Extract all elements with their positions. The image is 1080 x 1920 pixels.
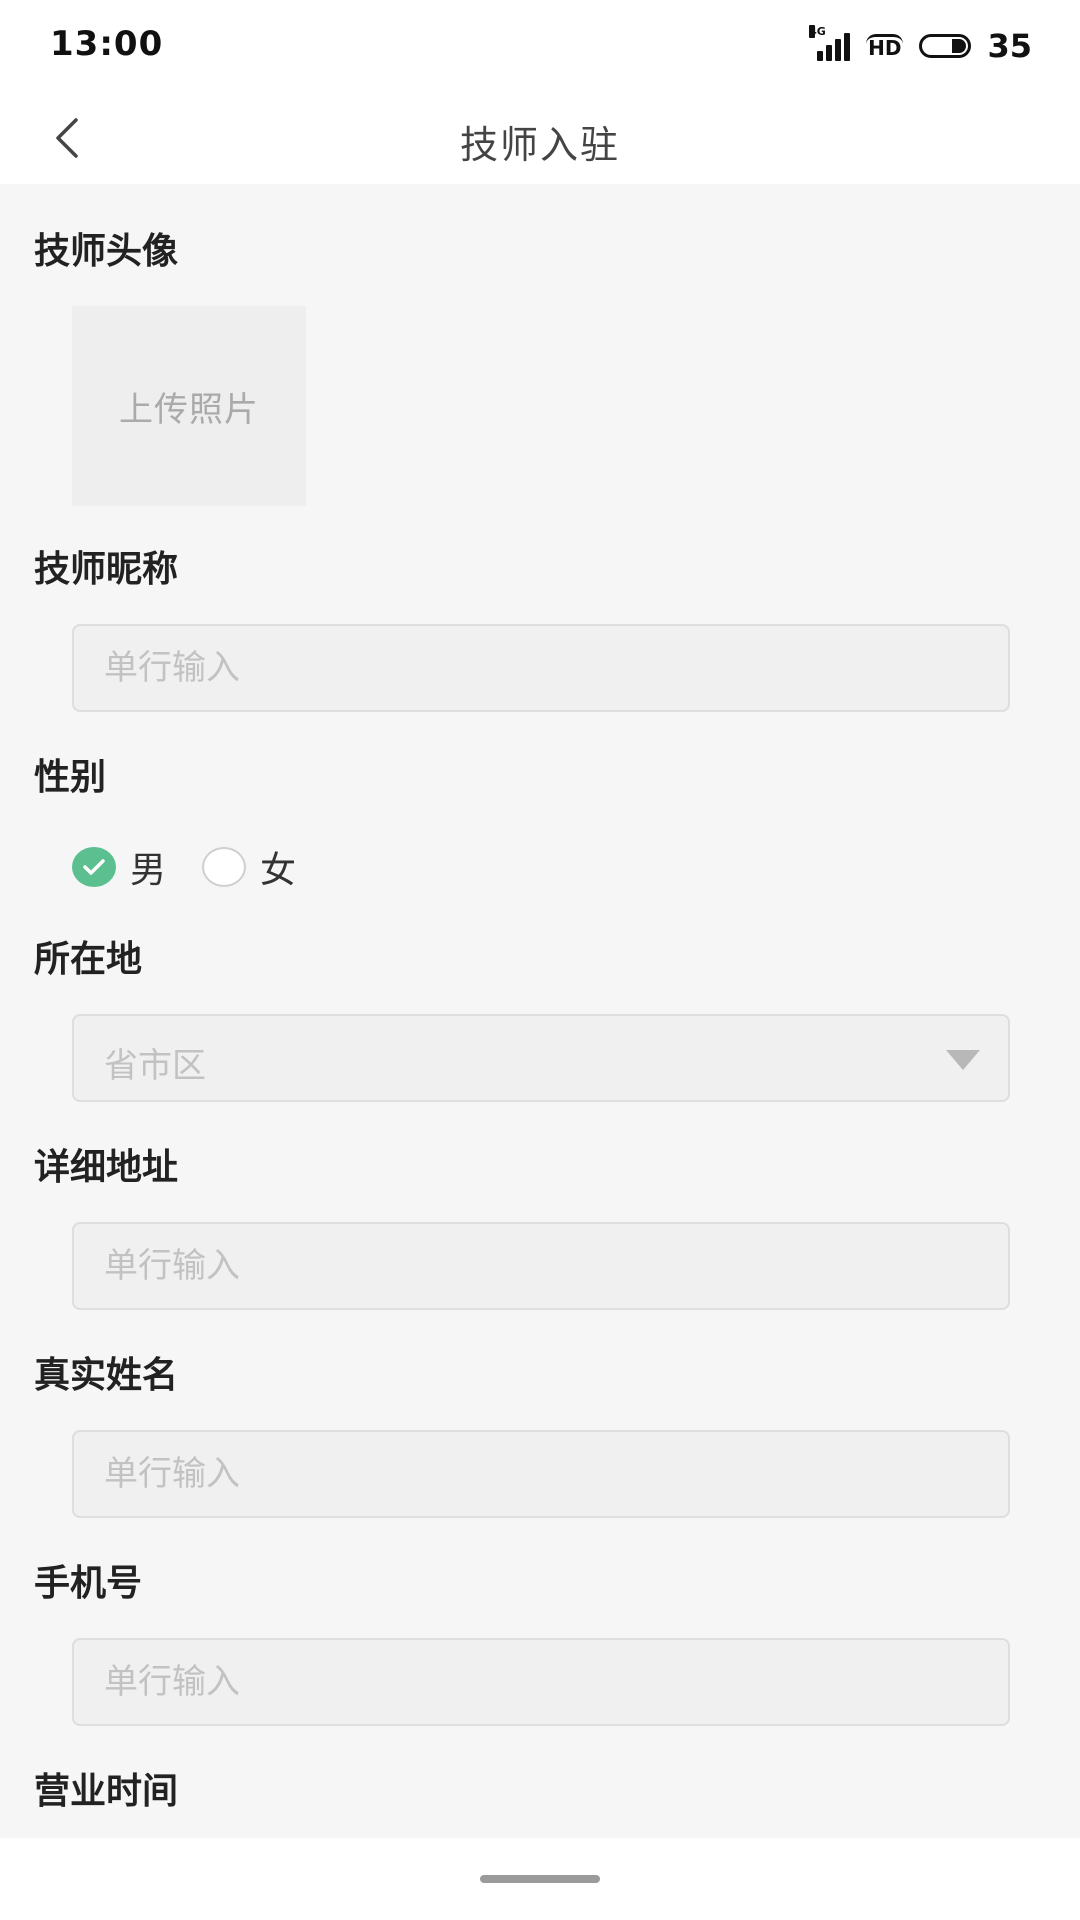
nickname-field-wrapper: [72, 624, 1010, 712]
location-label: 所在地: [34, 939, 143, 980]
address-label: 详细地址: [34, 1147, 179, 1188]
avatar-label: 技师头像: [34, 231, 179, 272]
radio-checked-icon: [72, 847, 116, 887]
battery-icon: [919, 34, 972, 58]
hd-voice-icon: HD: [866, 33, 904, 60]
gender-option-label: 男: [130, 850, 167, 891]
business-hours-label: 营业时间: [34, 1771, 179, 1812]
caret-down-icon: [946, 1050, 980, 1070]
network-type-label: 4G: [809, 25, 826, 38]
form-container: 技师头像 上传照片 技师昵称 性别 男 女 所在地 省市区 详细地址 真实姓名 …: [0, 184, 1080, 1838]
real-name-label: 真实姓名: [34, 1355, 179, 1396]
address-field-wrapper: [72, 1222, 1010, 1310]
address-input[interactable]: [74, 1224, 1008, 1308]
real-name-field-wrapper: [72, 1430, 1010, 1518]
gender-option-male[interactable]: 男: [72, 841, 166, 893]
nickname-input[interactable]: [74, 626, 1008, 710]
phone-input[interactable]: [74, 1640, 1008, 1724]
real-name-input[interactable]: [74, 1432, 1008, 1516]
signal-icon: 4G: [809, 25, 851, 61]
status-time: 13:00: [50, 24, 164, 64]
location-select[interactable]: 省市区: [72, 1014, 1010, 1102]
battery-level: 35: [987, 27, 1032, 65]
gender-radio-group: 男 女: [72, 842, 332, 892]
radio-unchecked-icon: [202, 847, 247, 887]
status-bar: 13:00 4G HD 35: [0, 0, 1080, 92]
gender-label: 性别: [34, 757, 107, 798]
gender-option-female[interactable]: 女: [202, 841, 296, 893]
location-placeholder: 省市区: [104, 1046, 206, 1086]
status-icons: 4G HD 35: [809, 25, 1032, 66]
home-indicator-area: [0, 1838, 1080, 1920]
nickname-label: 技师昵称: [34, 549, 179, 590]
nav-bar: 技师入驻: [0, 92, 1080, 184]
page-title: 技师入驻: [459, 123, 620, 167]
home-indicator[interactable]: [480, 1875, 600, 1883]
gender-option-label: 女: [260, 850, 297, 891]
phone-label: 手机号: [34, 1563, 143, 1604]
upload-photo-button[interactable]: 上传照片: [72, 306, 306, 506]
upload-photo-text: 上传照片: [119, 389, 259, 430]
phone-field-wrapper: [72, 1638, 1010, 1726]
